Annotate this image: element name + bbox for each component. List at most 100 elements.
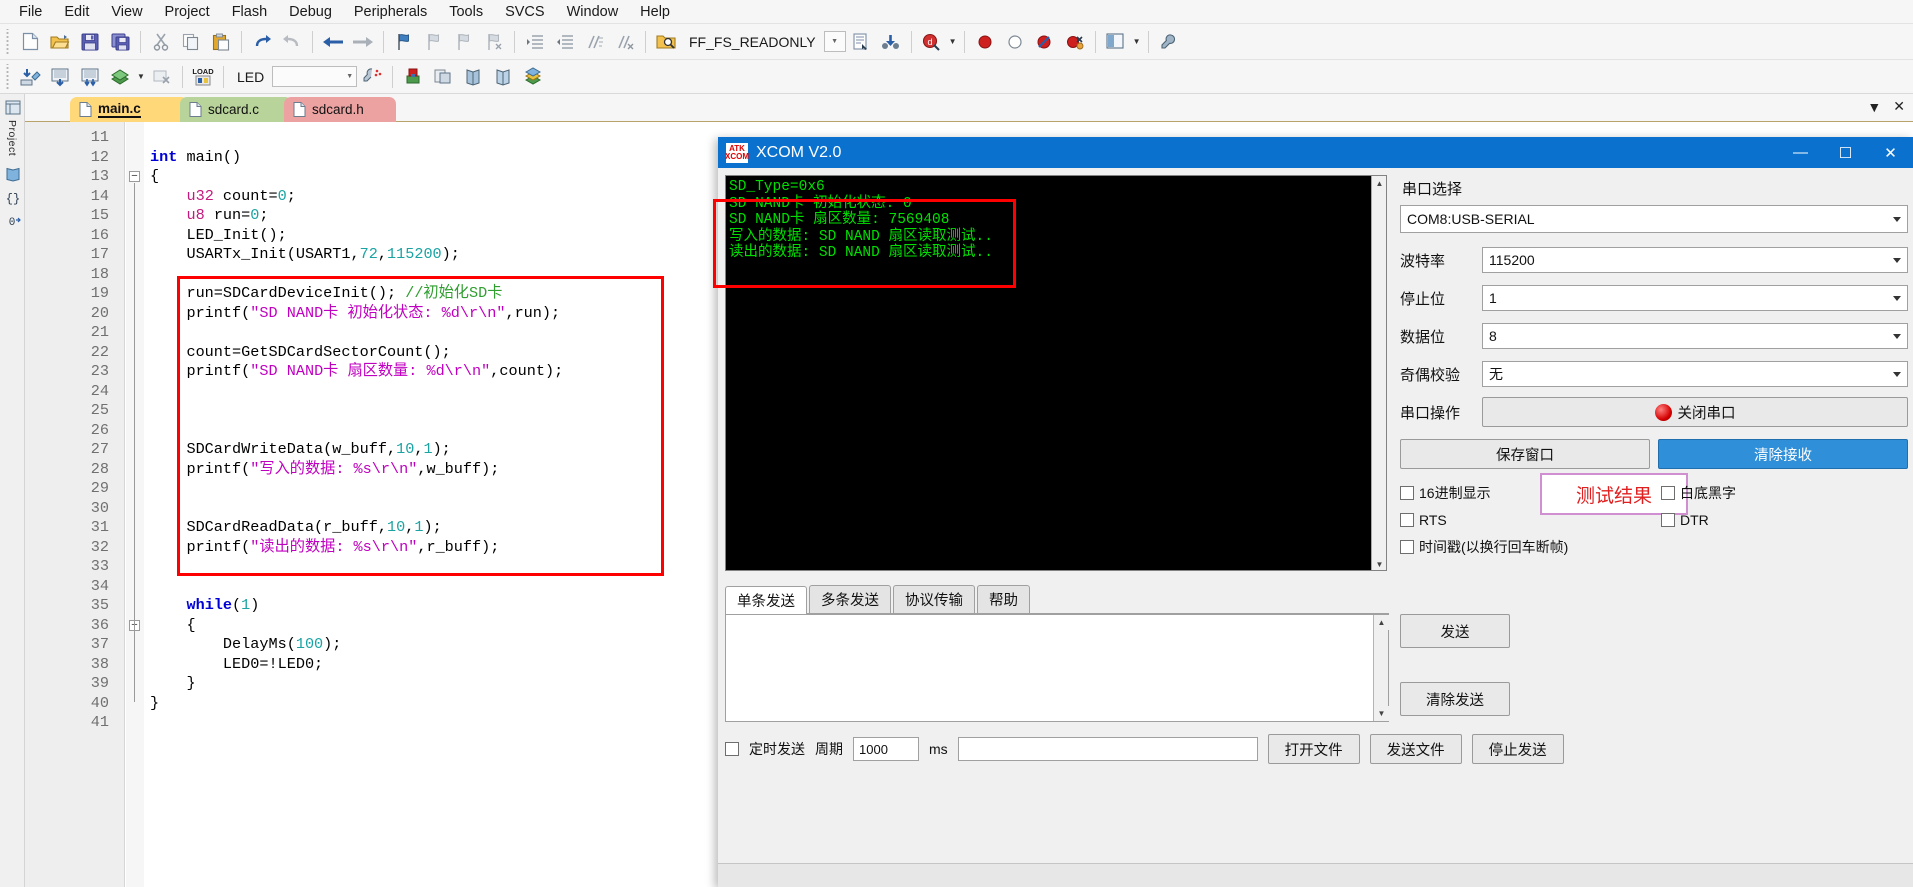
- send-text-input[interactable]: ▲ ▼: [725, 614, 1389, 722]
- book2-icon[interactable]: [488, 62, 518, 92]
- save-window-button[interactable]: 保存窗口: [1400, 439, 1650, 469]
- source-browser-icon[interactable]: [846, 27, 876, 57]
- indent-icon[interactable]: [520, 27, 550, 57]
- window-layout-dropdown-icon[interactable]: ▼: [1131, 27, 1143, 57]
- stop-build-icon[interactable]: [147, 62, 177, 92]
- tab-sdcard-h[interactable]: sdcard.h: [284, 97, 396, 122]
- open-folder-icon[interactable]: [45, 27, 75, 57]
- binocular-icon[interactable]: [876, 27, 906, 57]
- save-icon[interactable]: [75, 27, 105, 57]
- code-line[interactable]: u8 run=0;: [150, 206, 268, 226]
- packinstaller-icon[interactable]: [518, 62, 548, 92]
- translate-icon[interactable]: [15, 62, 45, 92]
- code-line[interactable]: }: [150, 674, 195, 694]
- options-target-icon[interactable]: [357, 62, 387, 92]
- fold-toggle-icon[interactable]: −: [129, 171, 140, 182]
- rebuild-icon[interactable]: [75, 62, 105, 92]
- code-line[interactable]: printf("写入的数据: %s\r\n",w_buff);: [150, 460, 499, 480]
- breakpoint-disable-all-icon[interactable]: [1030, 27, 1060, 57]
- clear-send-button[interactable]: 清除发送: [1400, 682, 1510, 716]
- comment-icon[interactable]: [580, 27, 610, 57]
- xcom-serial-tool-window[interactable]: ATK XCOM XCOM V2.0 — ☐ ✕ SD_Type=0x6 SD N…: [713, 137, 1913, 887]
- checkbox-box-icon[interactable]: [1661, 513, 1675, 527]
- code-line[interactable]: while(1): [150, 596, 259, 616]
- new-file-icon[interactable]: [15, 27, 45, 57]
- com-port-select[interactable]: COM8:USB-SERIAL: [1400, 205, 1908, 233]
- cut-icon[interactable]: [146, 27, 176, 57]
- code-line[interactable]: printf("SD NAND卡 扇区数量: %d\r\n",count);: [150, 362, 563, 382]
- checkbox-2[interactable]: RTS: [1400, 512, 1647, 528]
- functions-panel-icon[interactable]: {}: [1, 187, 24, 207]
- breakpoint-disable-icon[interactable]: [1000, 27, 1030, 57]
- send-tab-1[interactable]: 多条发送: [809, 585, 891, 613]
- define-combo-dropdown-icon[interactable]: ▼: [823, 31, 846, 52]
- menu-item-file[interactable]: File: [8, 2, 53, 22]
- bookmark-clear-icon[interactable]: [479, 27, 509, 57]
- find-in-files-icon[interactable]: [651, 27, 681, 57]
- navigate-forward-icon[interactable]: [348, 27, 378, 57]
- menu-item-debug[interactable]: Debug: [278, 2, 343, 22]
- menu-item-project[interactable]: Project: [154, 2, 221, 22]
- templates-panel-icon[interactable]: 0: [1, 210, 24, 230]
- books-panel-icon[interactable]: [1, 164, 24, 184]
- tabbar-dropdown-icon[interactable]: ▼: [1867, 99, 1881, 115]
- menu-item-window[interactable]: Window: [556, 2, 630, 22]
- send-tab-0[interactable]: 单条发送: [725, 586, 807, 614]
- project-panel-icon[interactable]: [1, 97, 24, 117]
- toolbar-grip[interactable]: [4, 28, 12, 55]
- stop-send-button[interactable]: 停止发送: [1471, 734, 1564, 764]
- checkbox-1[interactable]: 白底黑字: [1661, 483, 1908, 503]
- bookmark-toggle-icon[interactable]: [389, 27, 419, 57]
- scroll-down-arrow-icon[interactable]: ▼: [1372, 557, 1386, 570]
- code-line[interactable]: printf("读出的数据: %s\r\n",r_buff);: [150, 538, 499, 558]
- code-line[interactable]: run=SDCardDeviceInit(); //初始化SD卡: [150, 284, 502, 304]
- debug-session-icon[interactable]: d: [917, 27, 947, 57]
- scroll-up-arrow-icon[interactable]: ▲: [1372, 176, 1386, 191]
- send-file-button[interactable]: 发送文件: [1369, 734, 1462, 764]
- close-button[interactable]: ✕: [1868, 137, 1913, 168]
- checkbox-box-icon[interactable]: [1400, 486, 1414, 500]
- batch-build-icon[interactable]: [105, 62, 135, 92]
- menu-item-svcs[interactable]: SVCS: [494, 2, 556, 22]
- checkbox-box-icon[interactable]: [1400, 513, 1414, 527]
- menu-item-help[interactable]: Help: [629, 2, 681, 22]
- code-line[interactable]: {: [150, 616, 195, 636]
- code-line[interactable]: USARTx_Init(USART1,72,115200);: [150, 245, 459, 265]
- menu-item-edit[interactable]: Edit: [53, 2, 100, 22]
- code-line[interactable]: printf("SD NAND卡 初始化状态: %d\r\n",run);: [150, 304, 560, 324]
- menu-item-tools[interactable]: Tools: [438, 2, 494, 22]
- code-line[interactable]: count=GetSDCardSectorCount();: [150, 343, 450, 363]
- setting-value-select[interactable]: 8: [1482, 323, 1908, 349]
- manage-components-icon[interactable]: [398, 62, 428, 92]
- tab-main-c[interactable]: main.c: [70, 97, 188, 122]
- uncomment-icon[interactable]: [610, 27, 640, 57]
- navigate-back-icon[interactable]: [318, 27, 348, 57]
- save-all-icon[interactable]: [105, 27, 135, 57]
- checkbox-3[interactable]: DTR: [1661, 512, 1908, 528]
- multi-project-icon[interactable]: [428, 62, 458, 92]
- setting-value-select[interactable]: 1: [1482, 285, 1908, 311]
- code-line[interactable]: SDCardReadData(r_buff,10,1);: [150, 518, 441, 538]
- target-combo-dropdown-icon[interactable]: ▼: [272, 66, 358, 87]
- menu-item-view[interactable]: View: [100, 2, 153, 22]
- send-input-scrollbar[interactable]: ▲ ▼: [1373, 615, 1389, 721]
- open-file-button[interactable]: 打开文件: [1267, 734, 1360, 764]
- load-icon[interactable]: LOAD: [188, 62, 218, 92]
- terminal-scrollbar[interactable]: ▲ ▼: [1371, 176, 1386, 570]
- checkbox-0[interactable]: 16进制显示: [1400, 483, 1647, 503]
- period-input[interactable]: 1000: [853, 737, 919, 761]
- code-line[interactable]: int main(): [150, 148, 241, 168]
- menu-item-flash[interactable]: Flash: [221, 2, 278, 22]
- checkbox-box-icon[interactable]: [1661, 486, 1675, 500]
- bookmark-prev-icon[interactable]: [419, 27, 449, 57]
- timed-send-checkbox[interactable]: [725, 742, 739, 756]
- clear-receive-button[interactable]: 清除接收: [1658, 439, 1908, 469]
- send-scroll-up-icon[interactable]: ▲: [1374, 615, 1389, 630]
- code-line[interactable]: }: [150, 694, 159, 714]
- build-icon[interactable]: [45, 62, 75, 92]
- toggle-serial-button[interactable]: 关闭串口: [1482, 397, 1908, 427]
- configure-icon[interactable]: [1154, 27, 1184, 57]
- outdent-icon[interactable]: [550, 27, 580, 57]
- tabbar-close-icon[interactable]: ✕: [1893, 98, 1905, 115]
- window-layout-icon[interactable]: [1101, 27, 1131, 57]
